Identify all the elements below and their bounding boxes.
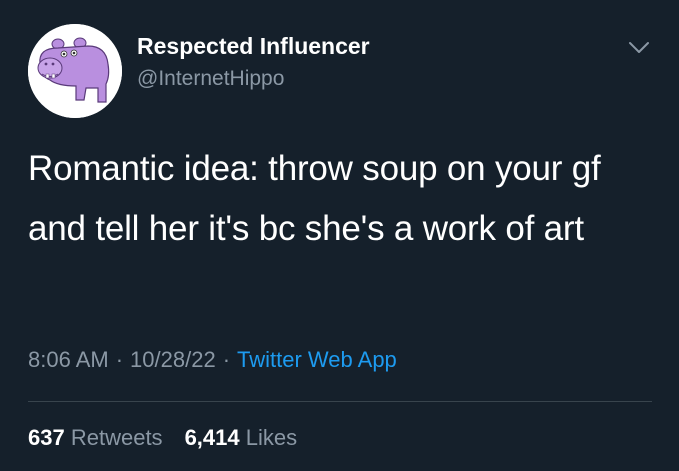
tweet-time[interactable]: 8:06 AM [28,347,109,372]
likes-count: 6,414 [184,425,240,450]
tweet-text: Romantic idea: throw soup on your gf and… [28,149,601,248]
chevron-down-icon [629,42,649,53]
user-handle[interactable]: @InternetHippo [137,67,284,91]
tweet-meta: 8:06 AM · 10/28/22 · Twitter Web App [28,347,397,373]
likes-label: Likes [245,425,298,450]
meta-separator: · [115,347,124,372]
divider [28,401,652,402]
tweet-source-link[interactable]: Twitter Web App [237,347,397,372]
hippo-avatar-icon [28,24,122,118]
avatar[interactable] [28,24,122,118]
tweet-menu-button[interactable] [627,38,651,58]
meta-separator: · [222,347,231,372]
tweet-date[interactable]: 10/28/22 [130,347,216,372]
likes-stat[interactable]: 6,414 Likes [185,425,298,450]
display-name[interactable]: Respected Influencer [137,33,370,60]
retweets-stat[interactable]: 637 Retweets [28,425,163,450]
retweets-count: 637 [28,425,65,450]
tweet-card: Respected Influencer @InternetHippo Roma… [0,0,679,471]
tweet-stats: 637 Retweets 6,414 Likes [28,425,297,451]
retweets-label: Retweets [70,425,163,450]
